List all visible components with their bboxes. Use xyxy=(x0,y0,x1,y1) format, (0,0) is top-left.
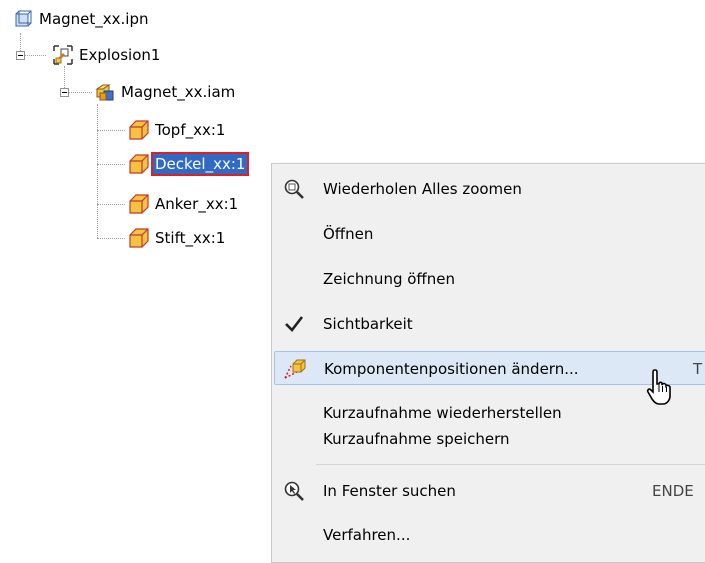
explosion-view-icon xyxy=(53,45,73,65)
zoom-all-icon xyxy=(282,178,306,200)
find-in-window-icon xyxy=(282,480,306,502)
context-menu: Wiederholen Alles zoomen Öffnen Zeichnun… xyxy=(271,163,705,563)
tree-connector xyxy=(24,55,46,56)
menu-item-visibility[interactable]: Sichtbarkeit xyxy=(274,307,705,341)
menu-item-label: In Fenster suchen xyxy=(323,482,456,500)
menu-item-label: Komponentenpositionen ändern... xyxy=(324,360,579,378)
tree-connector xyxy=(68,92,92,93)
menu-item-shortcut: T xyxy=(693,360,703,378)
tree-node-part[interactable]: Anker_xx:1 xyxy=(128,193,240,215)
menu-item-label: Kurzaufnahme speichern xyxy=(323,430,510,448)
menu-item-open-drawing[interactable]: Zeichnung öffnen xyxy=(274,262,705,296)
menu-item-find-in-window[interactable]: In Fenster suchen ENDE xyxy=(274,474,705,508)
tree-node-label: Deckel_xx:1 xyxy=(150,152,250,176)
assembly-icon xyxy=(95,84,114,101)
part-icon xyxy=(129,228,149,248)
part-icon xyxy=(129,120,149,140)
tree-connector xyxy=(97,238,125,239)
part-icon xyxy=(129,154,149,174)
collapse-toggle-assembly[interactable] xyxy=(60,88,69,97)
menu-item-label: Öffnen xyxy=(323,225,374,243)
tree-connector xyxy=(97,164,125,165)
menu-item-label: Verfahren... xyxy=(323,526,411,544)
menu-item-label: Zeichnung öffnen xyxy=(323,270,455,288)
tree-node-root[interactable]: Magnet_xx.ipn xyxy=(12,8,151,30)
tree-connector xyxy=(97,104,98,238)
tree-connector xyxy=(97,130,125,131)
tree-node-part[interactable]: Topf_xx:1 xyxy=(128,119,227,141)
tree-node-label: Magnet_xx.iam xyxy=(121,83,236,101)
presentation-file-icon xyxy=(15,10,32,27)
tree-node-label: Topf_xx:1 xyxy=(155,121,226,139)
part-icon xyxy=(129,194,149,214)
menu-item-save-snapshot[interactable]: Kurzaufnahme speichern xyxy=(274,422,705,456)
tree-node-part-selected[interactable]: Deckel_xx:1 xyxy=(128,152,250,176)
tree-connector xyxy=(97,204,125,205)
menu-item-open[interactable]: Öffnen xyxy=(274,217,705,251)
menu-item-label: Kurzaufnahme wiederherstellen xyxy=(323,404,562,422)
tweak-components-icon xyxy=(283,358,307,380)
tree-node-assembly[interactable]: Magnet_xx.iam xyxy=(94,81,237,103)
menu-item-label: Sichtbarkeit xyxy=(323,315,413,333)
menu-item-procedure[interactable]: Verfahren... xyxy=(274,518,705,552)
menu-item-tweak-components[interactable]: Komponentenpositionen ändern... T xyxy=(274,351,705,385)
hand-pointer-icon xyxy=(646,369,671,405)
tree-node-label: Explosion1 xyxy=(79,46,161,64)
collapse-toggle-explosion[interactable] xyxy=(16,51,25,60)
menu-item-label: Wiederholen Alles zoomen xyxy=(323,180,522,198)
tree-node-part[interactable]: Stift_xx:1 xyxy=(128,227,227,249)
tree-node-label: Magnet_xx.ipn xyxy=(39,10,149,28)
menu-item-shortcut: ENDE xyxy=(652,482,694,500)
tree-node-label: Anker_xx:1 xyxy=(155,195,239,213)
menu-item-zoom-all[interactable]: Wiederholen Alles zoomen xyxy=(274,172,705,206)
tree-node-explosion[interactable]: Explosion1 xyxy=(52,44,162,66)
checkmark-icon xyxy=(282,313,306,335)
tree-node-label: Stift_xx:1 xyxy=(155,229,226,247)
menu-separator xyxy=(316,464,705,465)
